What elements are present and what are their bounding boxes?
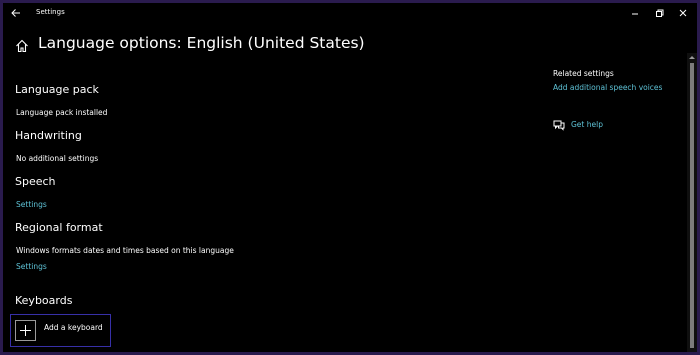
restore-icon [656,9,664,17]
speech-settings-link[interactable]: Settings [16,200,47,209]
language-pack-status: Language pack installed [16,108,108,117]
add-keyboard-button[interactable]: Add a keyboard [10,314,111,347]
close-icon [679,9,687,17]
handwriting-heading: Handwriting [15,129,82,142]
settings-window: Settings Language options: English (Unit… [3,3,697,352]
scroll-up-icon[interactable] [688,54,696,60]
scrollbar-thumb[interactable] [690,63,694,348]
regional-format-description: Windows formats dates and times based on… [16,246,234,255]
speech-heading: Speech [15,175,56,188]
plus-box [15,320,36,341]
plus-icon [20,325,31,336]
title-bar: Settings [3,3,697,23]
home-icon [16,39,28,53]
scrollbar[interactable] [687,53,697,352]
close-button[interactable] [672,5,694,21]
page-title: Language options: English (United States… [38,34,365,52]
regional-format-settings-link[interactable]: Settings [16,262,47,271]
maximize-button[interactable] [648,5,670,21]
handwriting-status: No additional settings [16,154,99,163]
back-button[interactable] [9,5,23,21]
related-settings-title: Related settings [553,69,614,78]
minimize-button[interactable] [624,5,646,21]
home-button[interactable] [14,38,30,54]
language-pack-heading: Language pack [15,83,99,96]
get-help-label: Get help [571,120,603,129]
regional-format-heading: Regional format [15,221,103,234]
window-title: Settings [36,8,65,16]
minimize-icon [632,13,638,15]
chat-help-icon [553,120,565,131]
back-arrow-icon [11,9,20,17]
keyboards-heading: Keyboards [15,294,73,307]
add-keyboard-label: Add a keyboard [44,323,103,332]
speech-voices-link[interactable]: Add additional speech voices [553,83,662,92]
